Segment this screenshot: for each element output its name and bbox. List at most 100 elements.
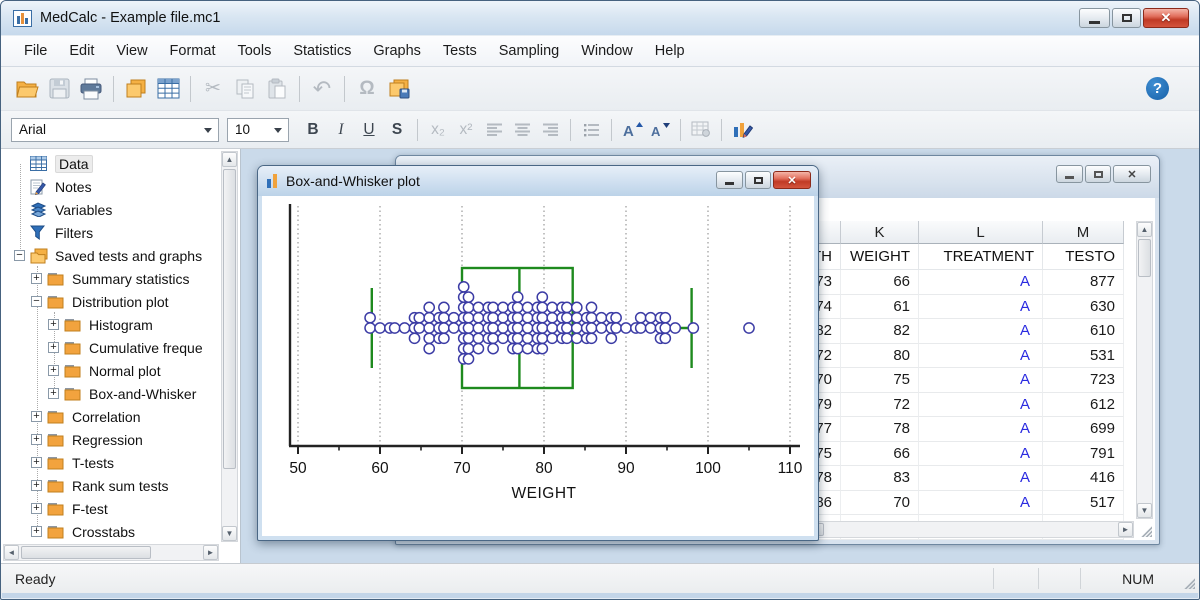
table-cell[interactable]: 531: [1043, 344, 1124, 369]
expand-icon[interactable]: +: [31, 480, 42, 491]
save-all-button[interactable]: [383, 73, 415, 105]
table-cell[interactable]: A: [919, 368, 1043, 393]
duplicate-sheet-button[interactable]: [120, 73, 152, 105]
underline-button[interactable]: U: [355, 117, 383, 143]
list-button-disabled[interactable]: [577, 117, 605, 143]
expand-icon[interactable]: +: [48, 319, 59, 330]
help-button[interactable]: ?: [1146, 77, 1169, 100]
table-cell[interactable]: A: [919, 295, 1043, 320]
scroll-right-icon[interactable]: ►: [1118, 522, 1133, 537]
menu-item-tools[interactable]: Tools: [226, 39, 282, 63]
column-header-L[interactable]: L: [919, 221, 1043, 244]
expand-icon[interactable]: +: [31, 411, 42, 422]
table-cell[interactable]: A: [919, 466, 1043, 491]
table-cell[interactable]: 66: [841, 442, 919, 467]
scroll-down-icon[interactable]: ▼: [1137, 503, 1152, 518]
menu-item-help[interactable]: Help: [644, 39, 696, 63]
sidebar-item-saved-tests-and-graphs[interactable]: −Saved tests and graphs: [1, 244, 218, 267]
sidebar-item-notes[interactable]: Notes: [1, 175, 218, 198]
tree-horizontal-scrollbar[interactable]: ◄ ►: [3, 544, 219, 561]
sheet-vertical-scrollbar[interactable]: ▲ ▼: [1136, 221, 1153, 519]
align-right-button-disabled[interactable]: [536, 117, 564, 143]
expand-icon[interactable]: +: [48, 388, 59, 399]
minimize-button[interactable]: [716, 171, 743, 189]
table-cell[interactable]: A: [919, 491, 1043, 516]
subscript-button-disabled[interactable]: x₂: [424, 117, 452, 143]
expand-icon[interactable]: +: [31, 526, 42, 537]
sidebar-item-variables[interactable]: Variables: [1, 198, 218, 221]
copy-button-disabled[interactable]: [229, 73, 261, 105]
bold-button[interactable]: B: [299, 117, 327, 143]
sidebar-item-regression[interactable]: +Regression: [1, 428, 218, 451]
menu-item-edit[interactable]: Edit: [58, 39, 105, 63]
table-cell[interactable]: 416: [1043, 466, 1124, 491]
table-cell[interactable]: 72: [841, 393, 919, 418]
font-size-select[interactable]: 10: [227, 118, 289, 142]
sidebar-item-box-and-whisker[interactable]: +Box-and-Whisker: [1, 382, 218, 405]
strikethrough-button[interactable]: S: [383, 117, 411, 143]
table-cell[interactable]: A: [919, 270, 1043, 295]
menu-item-window[interactable]: Window: [570, 39, 644, 63]
table-cell[interactable]: 80: [841, 344, 919, 369]
expand-icon[interactable]: +: [31, 434, 42, 445]
decrease-font-button[interactable]: A: [646, 117, 674, 143]
menu-item-graphs[interactable]: Graphs: [362, 39, 432, 63]
font-name-select[interactable]: Arial: [11, 118, 219, 142]
expand-icon[interactable]: +: [31, 457, 42, 468]
expand-icon[interactable]: +: [48, 365, 59, 376]
sidebar-item-summary-statistics[interactable]: +Summary statistics: [1, 267, 218, 290]
sidebar-item-crosstabs[interactable]: +Crosstabs: [1, 520, 218, 543]
maximize-button[interactable]: [1112, 8, 1141, 28]
table-cell[interactable]: A: [919, 319, 1043, 344]
table-cell[interactable]: 630: [1043, 295, 1124, 320]
tree-vscroll-thumb[interactable]: [223, 169, 236, 469]
collapse-icon[interactable]: −: [31, 296, 42, 307]
undo-button-disabled[interactable]: ↶: [306, 73, 338, 105]
table-cell[interactable]: 517: [1043, 491, 1124, 516]
minimize-button[interactable]: [1079, 8, 1110, 28]
table-cell[interactable]: 723: [1043, 368, 1124, 393]
box-whisker-plot-window[interactable]: Box-and-Whisker plot ✕ 5060708090100110W…: [257, 165, 819, 541]
menu-item-sampling[interactable]: Sampling: [488, 39, 570, 63]
expand-icon[interactable]: +: [31, 503, 42, 514]
table-cell[interactable]: A: [919, 442, 1043, 467]
cut-button-disabled[interactable]: ✂: [197, 73, 229, 105]
sheet-vscroll-thumb[interactable]: [1138, 239, 1151, 277]
sidebar-item-data[interactable]: Data: [1, 152, 218, 175]
maximize-button[interactable]: [745, 171, 771, 189]
sidebar-item-cumulative-freque[interactable]: +Cumulative freque: [1, 336, 218, 359]
table-cell[interactable]: 66: [841, 270, 919, 295]
close-button[interactable]: ✕: [1113, 165, 1151, 183]
close-button[interactable]: ✕: [1143, 8, 1189, 28]
table-cell[interactable]: A: [919, 393, 1043, 418]
maximize-button[interactable]: [1085, 165, 1111, 183]
align-center-button-disabled[interactable]: [508, 117, 536, 143]
table-cell[interactable]: 82: [841, 319, 919, 344]
table-cell[interactable]: 78: [841, 417, 919, 442]
table-cell[interactable]: 877: [1043, 270, 1124, 295]
scroll-right-icon[interactable]: ►: [203, 545, 218, 560]
sidebar-item-correlation[interactable]: +Correlation: [1, 405, 218, 428]
tree-hscroll-thumb[interactable]: [21, 546, 151, 559]
sidebar-item-distribution-plot[interactable]: −Distribution plot: [1, 290, 218, 313]
table-cell[interactable]: 61: [841, 295, 919, 320]
table-cell[interactable]: A: [919, 417, 1043, 442]
increase-font-button[interactable]: A: [618, 117, 646, 143]
table-cell[interactable]: 610: [1043, 319, 1124, 344]
window-resize-grip[interactable]: [1181, 575, 1195, 589]
table-cell[interactable]: 75: [841, 368, 919, 393]
tree-vertical-scrollbar[interactable]: ▲ ▼: [221, 151, 238, 542]
scroll-up-icon[interactable]: ▲: [222, 152, 237, 167]
plot-titlebar[interactable]: Box-and-Whisker plot ✕: [258, 166, 818, 196]
table-cell[interactable]: 791: [1043, 442, 1124, 467]
edit-graph-button[interactable]: [728, 117, 756, 143]
recalculate-button-disabled[interactable]: Ω: [351, 73, 383, 105]
menu-item-statistics[interactable]: Statistics: [282, 39, 362, 63]
table-cell[interactable]: 70: [841, 491, 919, 516]
sidebar-item-histogram[interactable]: +Histogram: [1, 313, 218, 336]
menu-item-file[interactable]: File: [13, 39, 58, 63]
sidebar-item-f-test[interactable]: +F-test: [1, 497, 218, 520]
scroll-up-icon[interactable]: ▲: [1137, 222, 1152, 237]
align-left-button-disabled[interactable]: [480, 117, 508, 143]
sidebar-item-t-tests[interactable]: +T-tests: [1, 451, 218, 474]
